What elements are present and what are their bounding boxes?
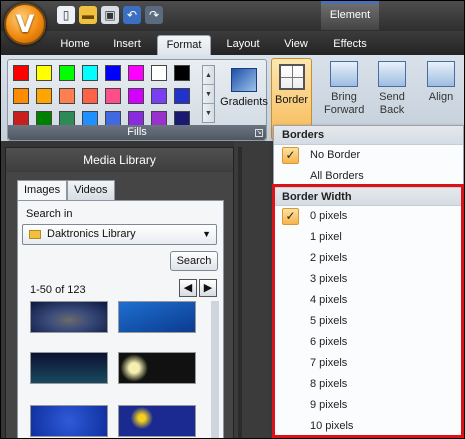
tab-layout[interactable]: Layout <box>217 35 269 55</box>
color-swatch[interactable] <box>13 65 29 81</box>
undo-icon[interactable]: ↶ <box>123 6 141 24</box>
borders-header: Borders <box>274 126 463 145</box>
title-bar: ▯ ▬ ▣ ↶ ↷ Element <box>1 1 464 31</box>
app-window: ▯ ▬ ▣ ↶ ↷ Element V Home Insert Format L… <box>0 0 465 439</box>
library-select-value: Daktronics Library <box>47 228 136 240</box>
thumbnail-image[interactable] <box>118 301 196 333</box>
thumbnail-image[interactable] <box>30 301 108 333</box>
thumbnail-image[interactable] <box>118 352 196 384</box>
menu-item-label: All Borders <box>310 170 364 182</box>
gradients-label: Gradients <box>220 96 268 108</box>
bring-forward-label: Bring Forward <box>324 91 365 116</box>
fills-group-label: Fills <box>8 125 266 140</box>
color-swatch[interactable] <box>174 65 190 81</box>
border-label: Border <box>274 94 309 106</box>
bring-forward-icon <box>330 61 358 87</box>
color-swatch[interactable] <box>36 88 52 104</box>
border-grid-icon <box>278 64 305 90</box>
redo-icon[interactable]: ↷ <box>145 6 163 24</box>
color-swatch[interactable] <box>174 88 190 104</box>
tab-images[interactable]: Images <box>17 180 68 200</box>
tab-videos[interactable]: Videos <box>67 180 115 200</box>
application-menu-button[interactable]: V <box>4 3 46 45</box>
send-back-label: Send Back <box>379 91 405 116</box>
menu-item-label: No Border <box>310 149 361 161</box>
images-pane: Search in Daktronics Library ▼ Search 1-… <box>17 200 224 438</box>
color-swatch[interactable] <box>59 65 75 81</box>
color-swatch[interactable] <box>82 88 98 104</box>
swatch-scrollbar[interactable]: ▲ ▼ ▼ <box>202 65 215 123</box>
new-file-icon[interactable]: ▯ <box>57 6 75 24</box>
color-swatch[interactable] <box>105 65 121 81</box>
next-page-icon[interactable]: ▶ <box>199 279 217 297</box>
library-select[interactable]: Daktronics Library ▼ <box>22 224 217 245</box>
color-swatch[interactable] <box>82 65 98 81</box>
tab-insert[interactable]: Insert <box>103 35 151 55</box>
checkmark-icon: ✓ <box>282 147 299 164</box>
thumbnail-image[interactable] <box>30 405 108 437</box>
image-thumbnails <box>30 301 209 438</box>
color-swatch[interactable] <box>128 65 144 81</box>
dialog-launcher-icon[interactable]: ↘ <box>255 129 263 137</box>
panel-splitter[interactable] <box>238 147 242 438</box>
color-swatch[interactable] <box>151 65 167 81</box>
gradients-button[interactable]: Gradients <box>220 66 268 122</box>
color-swatches <box>13 65 193 130</box>
tab-effects[interactable]: Effects <box>323 35 377 55</box>
save-icon[interactable]: ▣ <box>101 6 119 24</box>
align-icon <box>427 61 455 87</box>
tab-home[interactable]: Home <box>51 35 99 55</box>
media-library-title: Media Library <box>6 148 233 172</box>
send-back-icon <box>378 61 406 87</box>
search-in-label: Search in <box>26 208 73 220</box>
ribbon-tabs: Home Insert Format Layout View Effects <box>1 31 464 55</box>
chevron-down-icon: ▼ <box>202 229 211 239</box>
thumbnail-image[interactable] <box>30 352 108 384</box>
bring-forward-button[interactable]: Bring Forward <box>324 61 364 117</box>
open-folder-icon[interactable]: ▬ <box>79 6 97 24</box>
quick-access-toolbar: ▯ ▬ ▣ ↶ ↷ <box>57 6 163 24</box>
scroll-down-icon[interactable]: ▼ <box>203 85 214 104</box>
expand-gallery-icon[interactable]: ▼ <box>203 104 214 123</box>
send-back-button[interactable]: Send Back <box>373 61 411 117</box>
contextual-tab-group: Element <box>321 1 379 30</box>
result-count: 1-50 of 123 <box>30 284 86 296</box>
color-swatch[interactable] <box>105 88 121 104</box>
media-tabs: Images Videos <box>17 180 115 200</box>
thumbnails-scrollbar[interactable] <box>211 301 219 438</box>
color-swatch[interactable] <box>59 88 75 104</box>
menu-item-no-border[interactable]: ✓ No Border <box>274 145 463 166</box>
previous-page-icon[interactable]: ◀ <box>179 279 197 297</box>
color-swatch[interactable] <box>128 88 144 104</box>
thumbnail-image[interactable] <box>118 405 196 437</box>
fills-group: ▲ ▼ ▼ Gradients Fills ↘ <box>7 59 268 141</box>
folder-icon <box>29 230 41 239</box>
color-swatch[interactable] <box>13 88 29 104</box>
tab-view[interactable]: View <box>275 35 317 55</box>
search-button[interactable]: Search <box>170 251 218 271</box>
tab-format[interactable]: Format <box>157 35 211 55</box>
align-label: Align <box>428 91 454 103</box>
scroll-up-icon[interactable]: ▲ <box>203 66 214 85</box>
color-swatch[interactable] <box>151 88 167 104</box>
gradient-icon <box>231 68 257 92</box>
color-swatch[interactable] <box>36 65 52 81</box>
align-button[interactable]: Align <box>421 61 461 104</box>
app-logo-letter: V <box>15 10 35 38</box>
annotation-highlight-box <box>272 184 464 438</box>
media-library-panel: Media Library Images Videos Search in Da… <box>5 147 234 438</box>
